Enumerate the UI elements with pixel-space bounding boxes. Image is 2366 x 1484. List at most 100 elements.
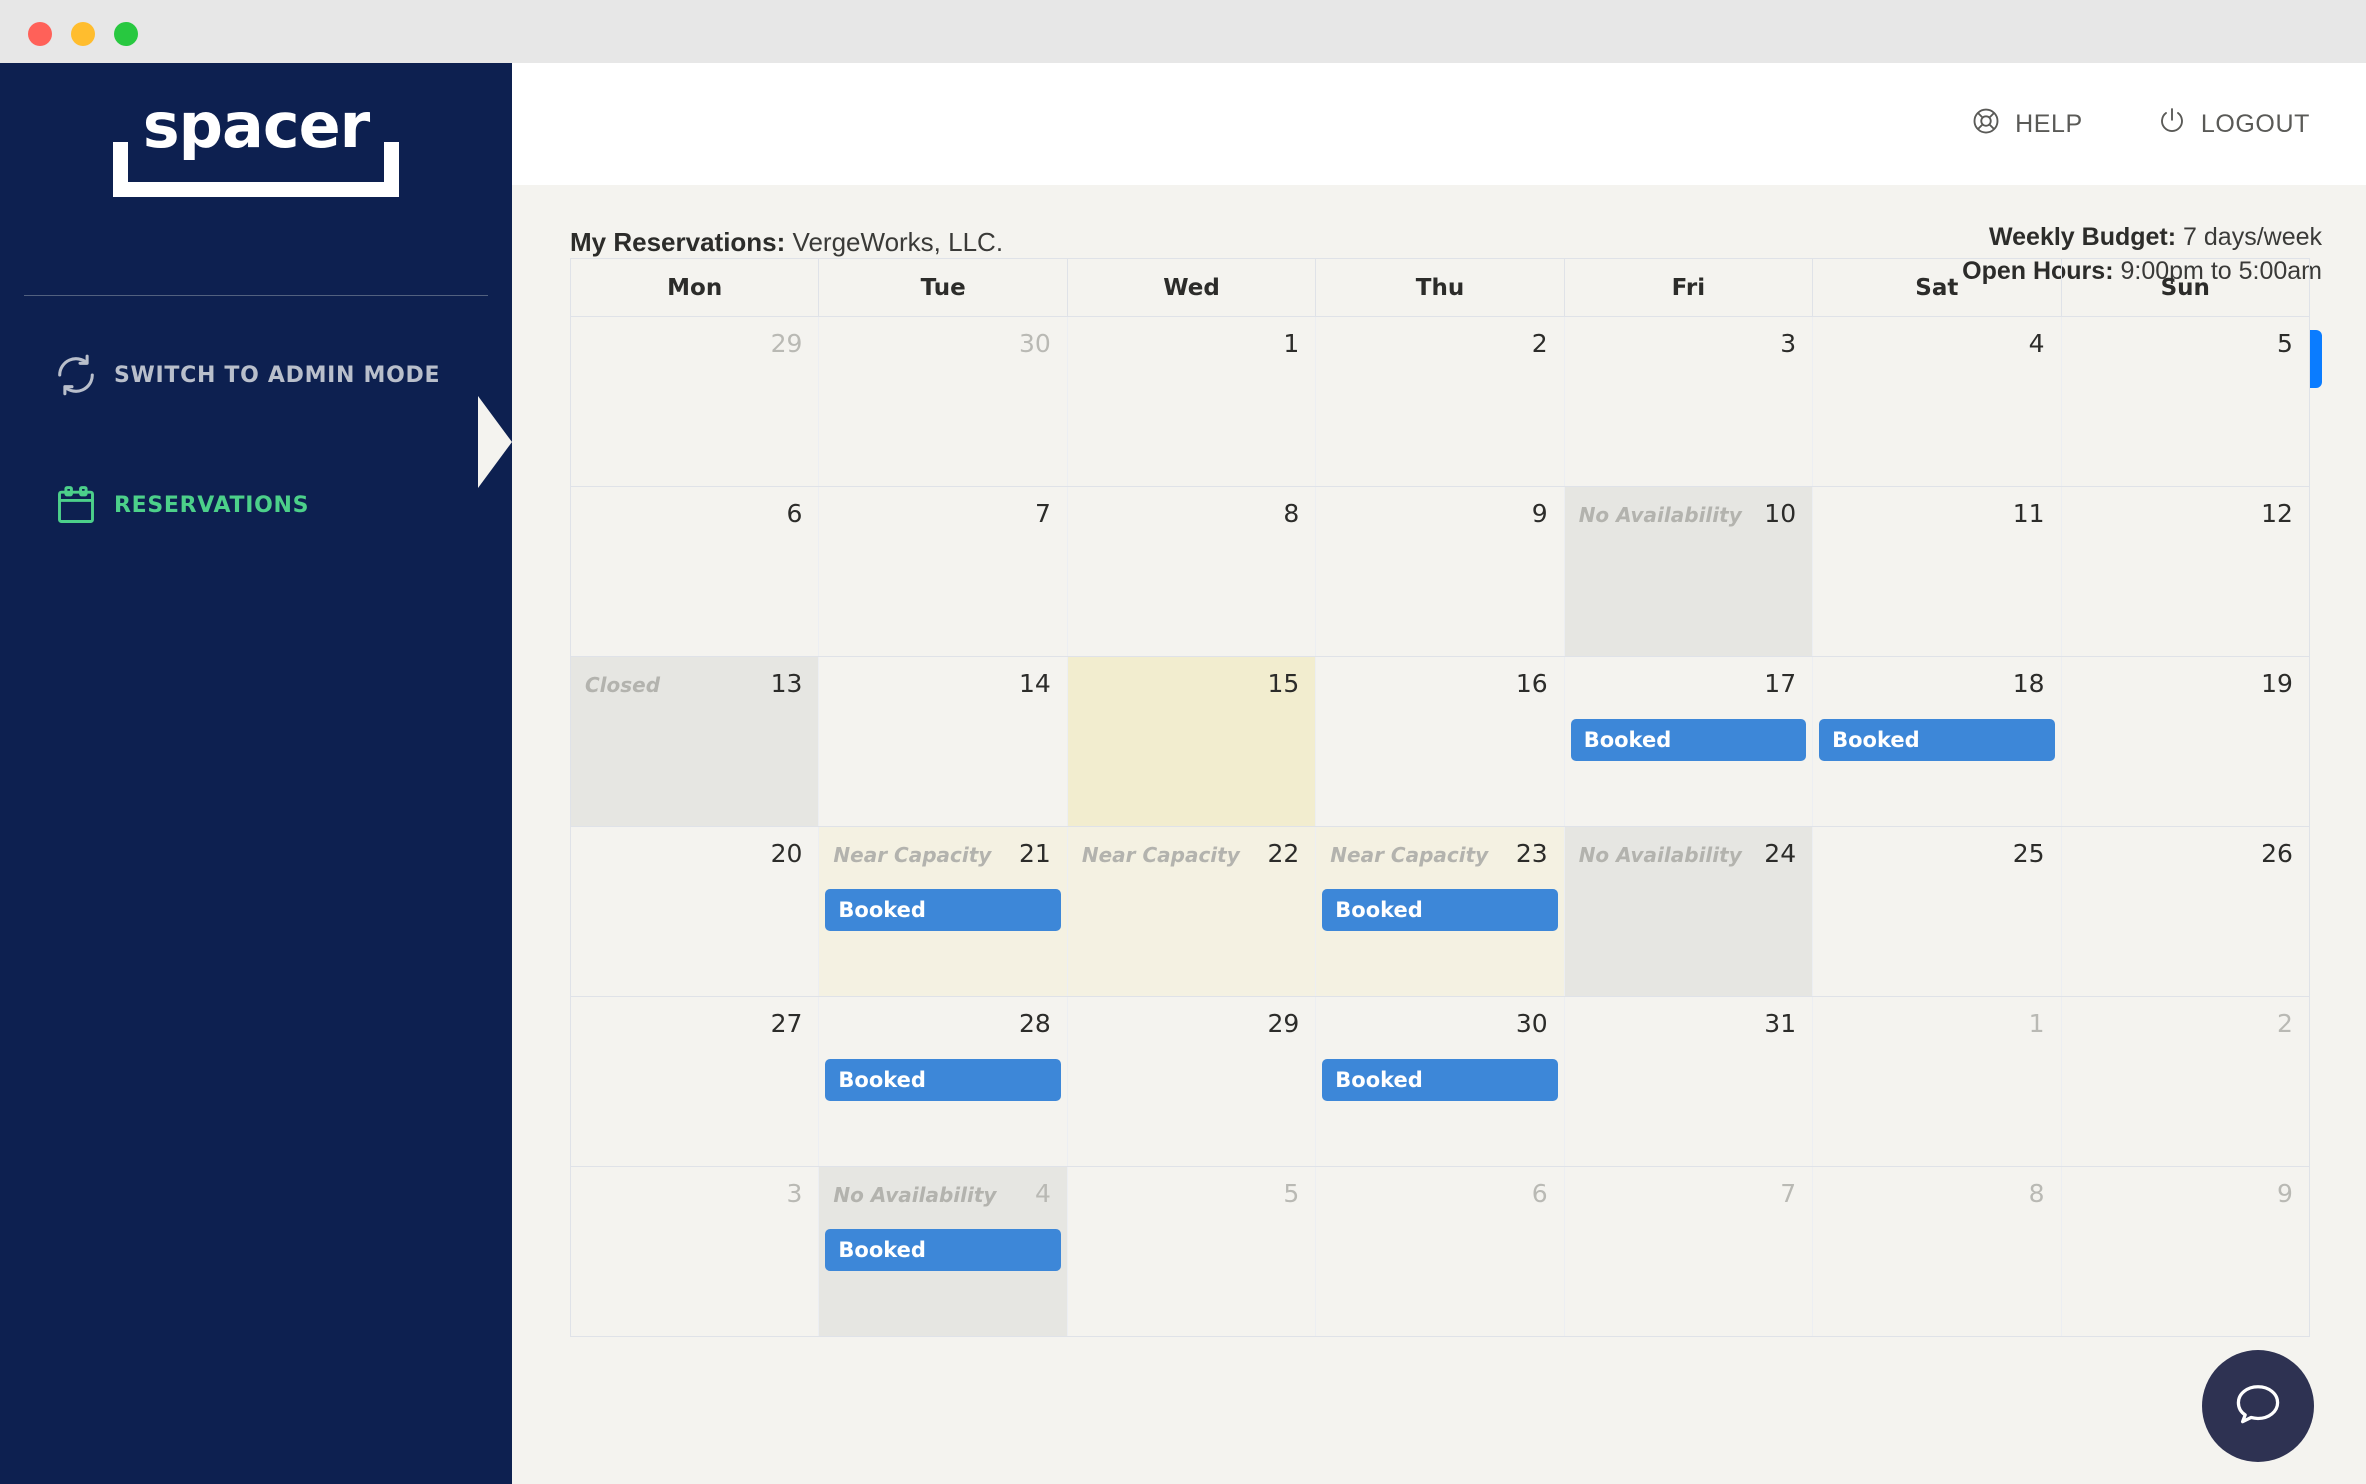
calendar-weekday-header: Mon Tue Wed Thu Fri Sat Sun	[571, 259, 2309, 317]
logo-text: spacer	[142, 89, 371, 162]
calendar-day-cell[interactable]: 2	[2061, 997, 2309, 1166]
weekday-header-cell: Tue	[819, 259, 1068, 316]
calendar-week-row: 27 28 Booked 29 30 Booked 31 1 2	[571, 997, 2309, 1167]
calendar-day-cell[interactable]: 7	[819, 487, 1068, 656]
calendar-day-cell[interactable]: 3	[571, 1167, 820, 1336]
reservations-label: My Reservations:	[570, 227, 786, 257]
calendar-day-cell[interactable]: 27	[571, 997, 820, 1166]
calendar-day-cell[interactable]: 4	[1813, 317, 2062, 486]
sidebar-item-reservations[interactable]: RESERVATIONS	[0, 469, 512, 541]
day-number: 21	[1019, 839, 1051, 868]
day-number: 30	[1019, 329, 1051, 358]
weekday-header-cell: Fri	[1565, 259, 1814, 316]
booked-event[interactable]: Booked	[1819, 719, 2055, 761]
calendar-day-cell[interactable]: 29	[571, 317, 820, 486]
calendar-day-cell[interactable]: Near Capacity 23 Booked	[1316, 827, 1565, 996]
booked-event[interactable]: Booked	[1322, 889, 1558, 931]
day-number: 9	[1531, 499, 1548, 528]
calendar-week-row: 3 No Availability 4 Booked 5 6 7 8 9	[571, 1167, 2309, 1337]
day-status-label: No Availability	[1578, 843, 1742, 867]
help-label: HELP	[2015, 109, 2083, 138]
booked-event[interactable]: Booked	[825, 1059, 1061, 1101]
calendar-day-cell[interactable]: 20	[571, 827, 820, 996]
chat-widget-button[interactable]	[2202, 1350, 2314, 1462]
booked-event[interactable]: Booked	[825, 1229, 1061, 1271]
calendar-day-cell[interactable]: 26	[2061, 827, 2309, 996]
calendar-day-cell[interactable]: 8	[1067, 487, 1317, 656]
maximize-window-icon[interactable]	[114, 22, 138, 46]
day-number: 8	[2028, 1179, 2045, 1208]
day-status-label: No Availability	[833, 1183, 997, 1207]
sidebar: spacer SWITCH TO ADMIN MODE RESERVATIONS	[0, 63, 512, 1484]
calendar-day-cell[interactable]: 19	[2061, 657, 2309, 826]
logout-label: LOGOUT	[2200, 109, 2310, 138]
close-window-icon[interactable]	[28, 22, 52, 46]
calendar-day-cell[interactable]: 18 Booked	[1813, 657, 2062, 826]
day-number: 23	[1515, 839, 1548, 868]
calendar-day-cell[interactable]: 17 Booked	[1564, 657, 1814, 826]
calendar-day-cell[interactable]: 5	[2061, 317, 2309, 486]
calendar-day-cell[interactable]: No Availability 24	[1564, 827, 1814, 996]
calendar-day-cell[interactable]: 31	[1564, 997, 1814, 1166]
calendar-day-cell[interactable]: No Availability 4 Booked	[819, 1167, 1068, 1336]
lifebuoy-icon	[1971, 106, 2001, 143]
calendar-day-cell[interactable]: 3	[1564, 317, 1814, 486]
calendar-day-cell[interactable]: 7	[1564, 1167, 1814, 1336]
sidebar-item-label: RESERVATIONS	[114, 492, 310, 518]
calendar-week-row: 6 7 8 9 No Availability 10 11 12	[571, 487, 2309, 657]
help-button[interactable]: HELP	[1971, 106, 2083, 143]
logout-button[interactable]: LOGOUT	[2157, 106, 2310, 143]
calendar-week-row: 20 Near Capacity 21 Booked Near Capacity 22 Ne…	[571, 827, 2309, 997]
calendar-day-cell[interactable]: Closed 13	[571, 657, 820, 826]
day-number: 30	[1515, 1009, 1548, 1038]
day-number: 14	[1019, 669, 1051, 698]
calendar-week-row: 29 30 1 2 3 4 5	[571, 317, 2309, 487]
minimize-window-icon[interactable]	[71, 22, 95, 46]
calendar-day-cell[interactable]: 5	[1067, 1167, 1317, 1336]
calendar-day-cell[interactable]: 9	[2061, 1167, 2309, 1336]
calendar-day-cell[interactable]: 25	[1813, 827, 2062, 996]
calendar-day-cell[interactable]: 29	[1067, 997, 1317, 1166]
day-number: 22	[1267, 839, 1300, 868]
calendar-day-cell[interactable]: 6	[1316, 1167, 1565, 1336]
window-controls	[28, 22, 138, 46]
calendar-day-cell[interactable]: Near Capacity 22	[1067, 827, 1317, 996]
day-number: 7	[1780, 1179, 1797, 1208]
app-logo[interactable]: spacer	[0, 89, 512, 198]
calendar-day-cell[interactable]: 1	[1067, 317, 1317, 486]
calendar-day-cell[interactable]: 6	[571, 487, 820, 656]
calendar-day-cell[interactable]: 30 Booked	[1316, 997, 1565, 1166]
day-number: 1	[2028, 1009, 2045, 1038]
window-titlebar	[0, 0, 2366, 63]
calendar-day-cell[interactable]: Near Capacity 21 Booked	[819, 827, 1068, 996]
calendar-day-cell[interactable]: 14	[819, 657, 1068, 826]
weekday-header-cell: Sun	[2160, 274, 2210, 301]
calendar-body: 29 30 1 2 3 4 5 6 7 8 9 No Availability 10 11 12 Closed…	[571, 317, 2309, 1337]
day-number: 3	[786, 1179, 803, 1208]
calendar-day-cell[interactable]: 30	[819, 317, 1068, 486]
booked-event[interactable]: Booked	[825, 889, 1061, 931]
calendar-day-cell[interactable]: 12	[2061, 487, 2309, 656]
calendar-day-cell[interactable]: 1	[1813, 997, 2062, 1166]
day-number: 28	[1019, 1009, 1051, 1038]
calendar-day-cell[interactable]: 15	[1067, 657, 1317, 826]
day-status-label: No Availability	[1578, 503, 1742, 527]
sidebar-item-switch-to-admin-mode[interactable]: SWITCH TO ADMIN MODE	[0, 339, 512, 411]
day-number: 5	[1283, 1179, 1300, 1208]
calendar-day-cell[interactable]: 16	[1316, 657, 1565, 826]
calendar-day-cell[interactable]: 9	[1316, 487, 1565, 656]
sidebar-divider	[24, 295, 488, 296]
booked-event[interactable]: Booked	[1322, 1059, 1558, 1101]
calendar-day-cell[interactable]: 11	[1813, 487, 2062, 656]
day-number: 3	[1780, 329, 1797, 358]
app-window: spacer SWITCH TO ADMIN MODE RESERVATIONS…	[0, 0, 2366, 1484]
calendar-icon	[38, 483, 114, 527]
calendar-day-cell[interactable]: 8	[1813, 1167, 2062, 1336]
day-number: 24	[1764, 839, 1797, 868]
sidebar-active-pointer	[478, 396, 512, 488]
calendar-day-cell[interactable]: No Availability 10	[1564, 487, 1814, 656]
weekly-budget-value: 7 days/week	[2183, 223, 2322, 251]
booked-event[interactable]: Booked	[1570, 719, 1807, 761]
calendar-day-cell[interactable]: 2	[1316, 317, 1565, 486]
calendar-day-cell[interactable]: 28 Booked	[819, 997, 1068, 1166]
